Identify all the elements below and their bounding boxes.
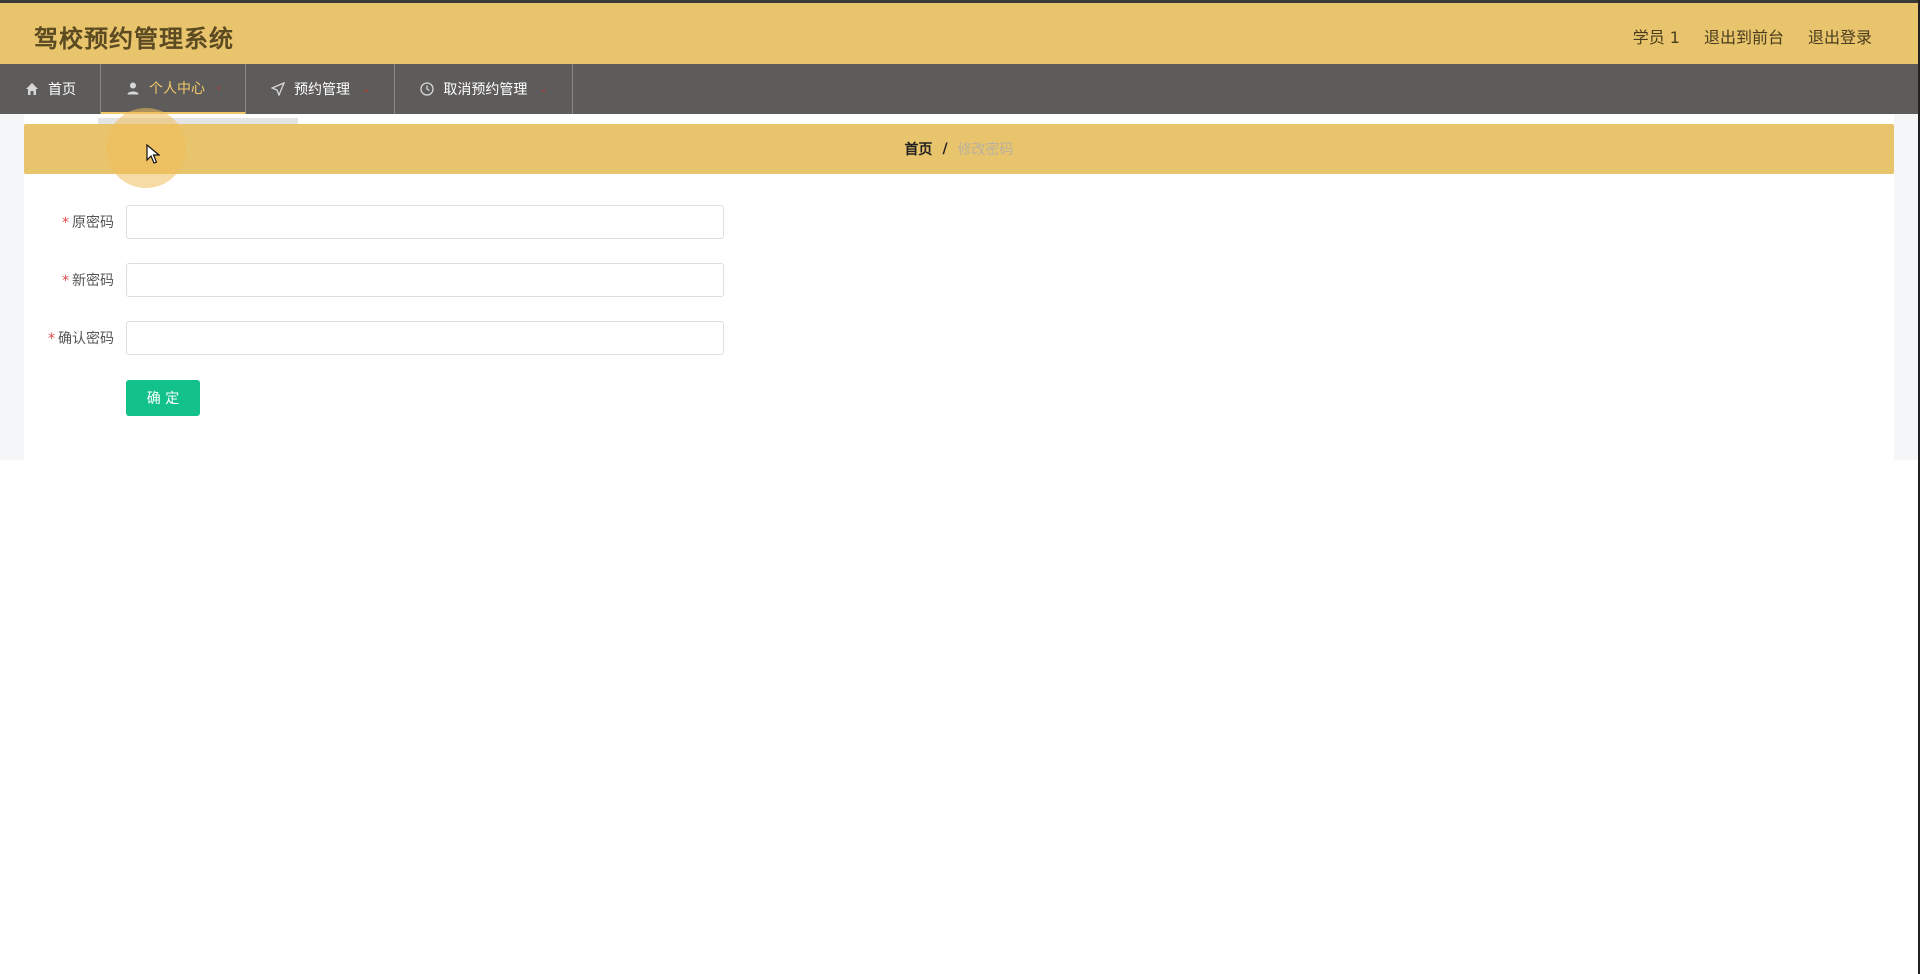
confirm-password-label: * 确认密码 xyxy=(24,328,126,348)
old-password-label: * 原密码 xyxy=(24,212,126,232)
form-row-new-password: * 新密码 xyxy=(24,262,724,298)
right-gutter xyxy=(1894,114,1920,460)
nav-item-home[interactable]: 首页 xyxy=(0,64,101,114)
mouse-cursor-icon xyxy=(146,143,161,164)
left-gutter xyxy=(0,114,24,460)
home-icon xyxy=(24,81,40,97)
nav-item-cancel-booking-management-label: 取消预约管理 xyxy=(443,82,528,98)
nav-item-home-label: 首页 xyxy=(48,82,76,98)
breadcrumb-home[interactable]: 首页 xyxy=(904,139,932,159)
breadcrumb-separator: / xyxy=(942,141,948,157)
nav-item-booking-management-label: 预约管理 xyxy=(294,82,350,98)
old-password-label-text: 原密码 xyxy=(72,215,114,231)
nav-item-personal-center[interactable]: 个人中心 ‹ xyxy=(101,64,246,114)
main-nav: 首页 个人中心 ‹ 预约管理 ⌄ 取消预约管理 ⌄ xyxy=(0,64,1920,114)
new-password-label: * 新密码 xyxy=(24,270,126,290)
form-row-confirm-password: * 确认密码 xyxy=(24,320,724,356)
exit-to-frontend-link[interactable]: 退出到前台 xyxy=(1704,24,1784,48)
confirm-password-input[interactable] xyxy=(126,321,724,355)
send-icon xyxy=(270,81,286,97)
required-mark: * xyxy=(62,215,69,231)
chevron-down-icon: ⌄ xyxy=(539,83,548,95)
top-header: 驾校预约管理系统 学员 1 退出到前台 退出登录 xyxy=(0,0,1920,64)
change-password-form: * 原密码 * 新密码 * 确认密码 确 定 xyxy=(24,182,1894,460)
logout-link[interactable]: 退出登录 xyxy=(1808,24,1872,48)
required-mark: * xyxy=(62,273,69,289)
required-mark: * xyxy=(48,331,55,347)
nav-item-personal-center-label: 个人中心 xyxy=(149,81,205,97)
confirm-password-label-text: 确认密码 xyxy=(58,331,114,347)
user-icon xyxy=(125,80,141,96)
breadcrumb: 首页 / 修改密码 xyxy=(24,124,1894,174)
nav-item-booking-management[interactable]: 预约管理 ⌄ xyxy=(246,64,396,114)
current-user-link[interactable]: 学员 1 xyxy=(1633,24,1680,48)
form-row-old-password: * 原密码 xyxy=(24,204,724,240)
new-password-input[interactable] xyxy=(126,263,724,297)
old-password-input[interactable] xyxy=(126,205,724,239)
header-links: 学员 1 退出到前台 退出登录 xyxy=(1633,24,1872,48)
chevron-left-icon: ‹ xyxy=(217,82,221,94)
new-password-label-text: 新密码 xyxy=(72,273,114,289)
confirm-button[interactable]: 确 定 xyxy=(126,380,200,416)
chevron-down-icon: ⌄ xyxy=(362,83,371,95)
nav-item-cancel-booking-management[interactable]: 取消预约管理 ⌄ xyxy=(395,64,573,114)
breadcrumb-current: 修改密码 xyxy=(957,142,1014,158)
app-title: 驾校预约管理系统 xyxy=(34,25,234,53)
clock-icon xyxy=(419,81,435,97)
